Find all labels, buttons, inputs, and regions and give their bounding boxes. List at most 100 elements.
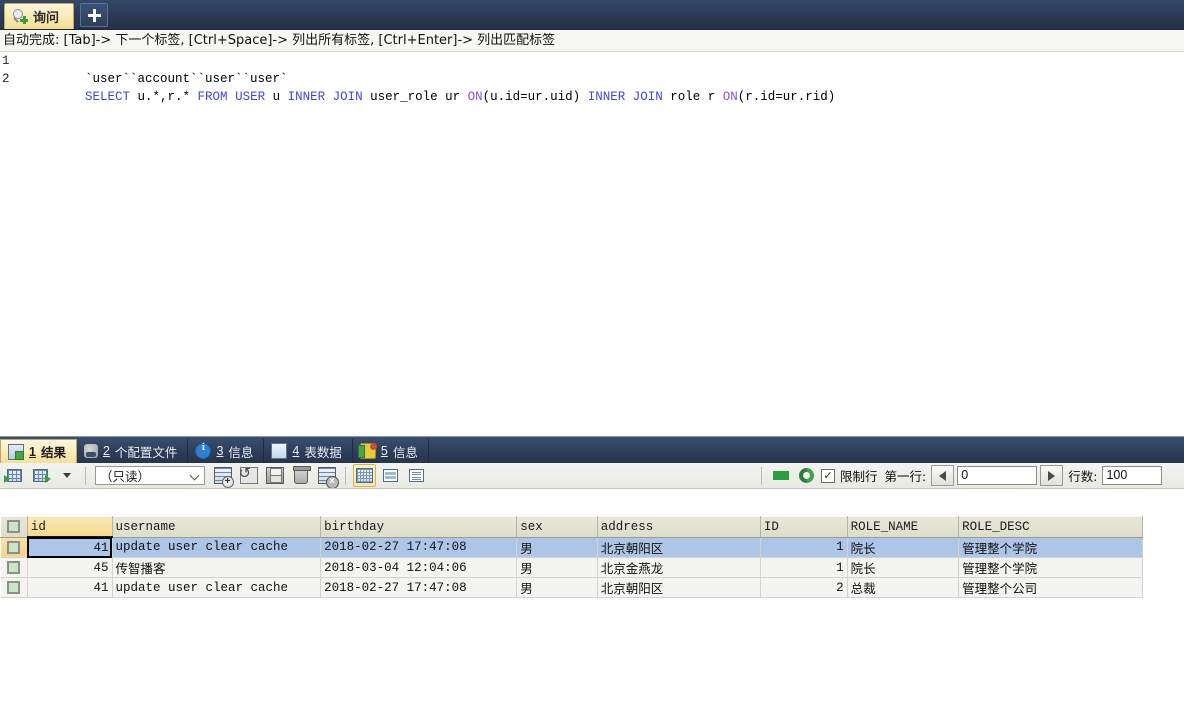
column-header-role-id[interactable]: ID [759,516,848,538]
select-all-checkbox[interactable] [7,520,21,534]
cell-birthday[interactable]: 2018-03-04 12:04:06 [320,557,518,578]
row-checkbox[interactable] [7,540,21,554]
tab-status[interactable]: 5 信息 [353,439,429,463]
column-header-birthday[interactable]: birthday [320,516,518,538]
sql-editor[interactable]: 1 2 `user``account``user``user` SELECT u… [0,52,1184,436]
column-header-address[interactable]: address [596,516,761,538]
tab-results-index: 1 [29,444,36,459]
table-row[interactable]: 41 update user clear cache 2018-02-27 17… [0,537,1143,558]
cell-sex[interactable]: 男 [516,577,598,598]
cell-role-desc[interactable]: 管理整个学院 [958,557,1143,578]
tab-table-data[interactable]: 4 表数据 [264,439,353,463]
column-header-role-name[interactable]: ROLE_NAME [846,516,960,538]
tab-results[interactable]: 1 结果 [0,439,77,463]
cell-birthday[interactable]: 2018-02-27 17:47:08 [320,537,518,558]
code-token: INNER JOIN [287,90,363,104]
cell-role-id[interactable]: 1 [760,537,848,558]
code-token: (r.id=ur.rid) [737,90,836,104]
cell-role-desc[interactable]: 管理整个公司 [958,577,1143,598]
sql-code-area[interactable]: `user``account``user``user` SELECT u.*,r… [40,52,1184,104]
row-checkbox[interactable] [7,561,21,574]
form-view-icon [383,469,398,482]
plus-icon [87,8,101,22]
cell-id[interactable]: 41 [27,577,113,598]
save-button[interactable] [263,464,286,487]
line-number: 2 [2,72,10,86]
import-grid-icon [4,469,22,483]
grid-view-button[interactable] [353,464,376,487]
row-checkbox[interactable] [7,581,21,594]
toolbar-divider [345,466,346,485]
cell-id[interactable]: 41 [27,537,113,558]
cell-role-name[interactable]: 总裁 [847,577,960,598]
grid-view-icon [356,468,373,483]
cell-address[interactable]: 北京金燕龙 [597,557,761,578]
cell-sex[interactable]: 男 [516,557,598,578]
result-tab-bar: 1 结果 2 个配置文件 3 信息 4 表数据 5 信息 [0,436,1184,463]
column-header-username[interactable]: username [111,516,322,538]
cell-username[interactable]: 传智播客 [112,557,322,578]
result-grid-icon [8,443,24,460]
cell-birthday[interactable]: 2018-02-27 17:47:08 [320,577,518,598]
code-token: FROM [197,90,228,104]
column-header-role-desc[interactable]: ROLE_DESC [958,516,1143,538]
tab-profiles-label: 个配置文件 [114,444,178,460]
tab-profiles[interactable]: 2 个配置文件 [77,439,189,463]
trash-icon [292,465,311,484]
select-all-header[interactable] [0,516,28,538]
tab-info-index: 3 [216,444,224,458]
text-view-icon [409,469,424,482]
limit-rows-checkbox[interactable]: ✓ [821,468,835,483]
limit-rows-label: 限制行 [840,469,878,484]
row-selector[interactable] [0,537,28,558]
add-record-button[interactable] [211,464,234,488]
previous-page-button[interactable] [931,465,955,486]
export-grid-icon [33,469,51,483]
delete-record-button[interactable] [289,464,312,487]
cell-role-id[interactable]: 2 [760,577,848,598]
edit-mode-select[interactable]: （只读） [95,466,205,485]
first-row-input[interactable]: 0 [957,466,1038,485]
export-dropdown-button[interactable] [55,464,78,487]
triangle-left-icon [939,470,947,481]
cell-role-id[interactable]: 1 [760,557,848,578]
cell-address[interactable]: 北京朝阳区 [597,577,761,598]
sync-button[interactable] [795,464,818,487]
code-token: u.*,r.* [130,90,198,104]
cell-address[interactable]: 北京朝阳区 [597,537,761,558]
results-table: id username birthday sex address ID ROLE… [0,516,1143,598]
autocomplete-hint-bar: 自动完成: [Tab]-> 下一个标签, [Ctrl+Space]-> 列出所有… [0,30,1184,52]
refresh-button[interactable] [237,464,260,487]
cell-username[interactable]: update user clear cache [112,537,322,558]
cell-id[interactable]: 45 [27,557,113,578]
table-header-row: id username birthday sex address ID ROLE… [0,516,1143,538]
cell-role-name[interactable]: 院长 [847,557,960,578]
cell-sex[interactable]: 男 [516,537,598,558]
column-header-id[interactable]: id [26,516,113,538]
query-icon [13,9,28,24]
row-count-input[interactable]: 100 [1102,466,1163,485]
cell-role-name[interactable]: 院长 [847,537,960,558]
tab-info[interactable]: 3 信息 [188,439,265,463]
code-token: role r [662,90,723,104]
import-grid-button[interactable] [3,464,26,487]
data-grid-container[interactable]: id username birthday sex address ID ROLE… [0,516,1184,723]
code-token: (u.id=ur.uid) [482,90,588,104]
row-selector[interactable] [0,557,28,578]
next-page-button[interactable] [1040,465,1064,486]
row-selector[interactable] [0,577,28,598]
filter-button[interactable] [769,464,792,487]
add-tab-button[interactable] [80,3,109,27]
text-view-button[interactable] [405,464,428,487]
column-header-sex[interactable]: sex [516,516,598,538]
export-grid-button[interactable] [29,464,52,487]
cell-role-desc[interactable]: 管理整个学院 [958,537,1143,558]
table-row[interactable]: 45 传智播客 2018-03-04 12:04:06 男 北京金燕龙 1 院长… [0,557,1143,578]
tab-table-data-label: 表数据 [304,444,342,460]
form-view-button[interactable] [379,464,402,487]
tab-query[interactable]: 询问 [4,3,75,29]
table-row[interactable]: 41 update user clear cache 2018-02-27 17… [0,577,1143,598]
cell-username[interactable]: update user clear cache [112,577,322,598]
delete-all-records-button[interactable] [315,464,339,488]
